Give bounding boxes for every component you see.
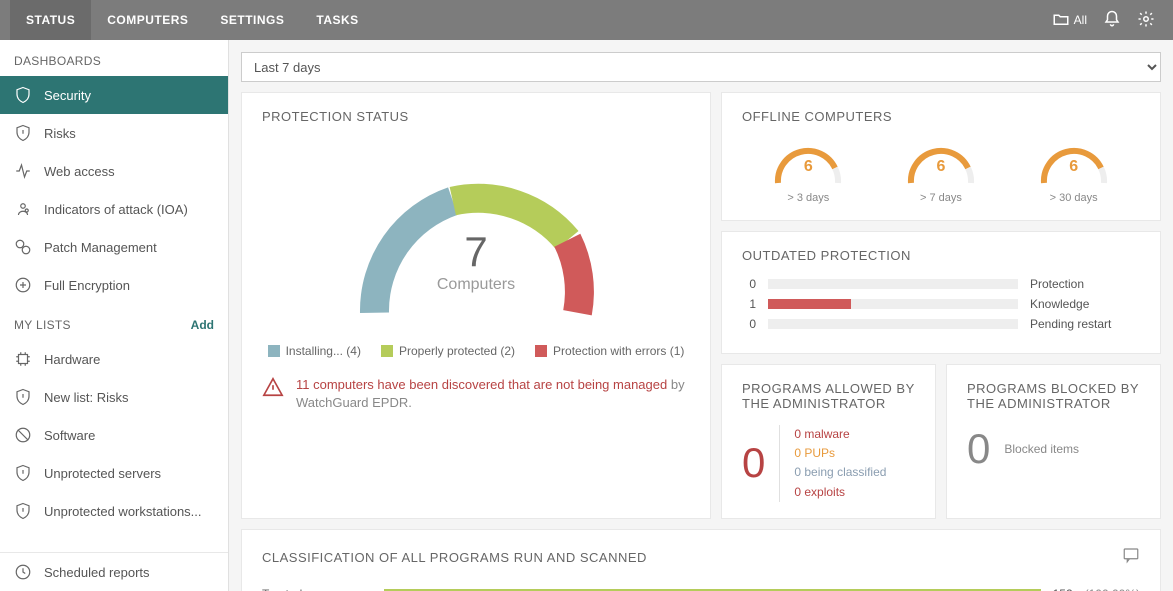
programs-blocked-panel: PROGRAMS BLOCKED BY THE ADMINISTRATOR 0 … bbox=[946, 364, 1161, 519]
warning-icon bbox=[262, 376, 284, 403]
computers-label: Computers bbox=[262, 276, 690, 294]
notifications-button[interactable] bbox=[1095, 0, 1129, 40]
outdated-protection-panel: OUTDATED PROTECTION 0Protection 1Knowled… bbox=[721, 231, 1161, 354]
offline-gauge-7days[interactable]: 6 > 7 days bbox=[901, 138, 981, 204]
activity-icon bbox=[14, 162, 32, 180]
offline-gauge-30days[interactable]: 6 > 30 days bbox=[1034, 138, 1114, 204]
sidebar-item-label: Patch Management bbox=[44, 240, 157, 255]
sidebar-item-ioa[interactable]: Indicators of attack (IOA) bbox=[0, 190, 228, 228]
legend-errors[interactable]: Protection with errors (1) bbox=[535, 344, 684, 358]
mylists-header: MY LISTS Add bbox=[0, 304, 228, 340]
list-item-label: Unprotected workstations... bbox=[44, 504, 202, 519]
panel-title: OUTDATED PROTECTION bbox=[742, 248, 1140, 263]
sidebar-item-label: Scheduled reports bbox=[44, 565, 150, 580]
encryption-icon bbox=[14, 276, 32, 294]
bar-protection[interactable]: 0Protection bbox=[742, 277, 1140, 291]
add-list-button[interactable]: Add bbox=[191, 318, 214, 332]
list-item-unprotected-workstations[interactable]: Unprotected workstations... bbox=[0, 492, 228, 530]
shield-alert-icon bbox=[14, 502, 32, 520]
main-content: Last 7 days PROTECTION STATUS 7 Computer… bbox=[229, 40, 1173, 591]
clock-icon bbox=[14, 563, 32, 581]
alert-text: 11 computers have been discovered that a… bbox=[296, 376, 690, 412]
blocked-count: 0 bbox=[967, 425, 990, 473]
all-label: All bbox=[1074, 13, 1087, 27]
programs-allowed-panel: PROGRAMS ALLOWED BY THE ADMINISTRATOR 0 … bbox=[721, 364, 936, 519]
panel-title: OFFLINE COMPUTERS bbox=[742, 109, 1140, 124]
allowed-breakdown: 0 malware 0 PUPs 0 being classified 0 ex… bbox=[779, 425, 886, 502]
list-item-newlist-risks[interactable]: New list: Risks bbox=[0, 378, 228, 416]
sidebar: DASHBOARDS Security Risks Web access Ind… bbox=[0, 40, 229, 591]
target-icon bbox=[14, 200, 32, 218]
alert-icon bbox=[14, 124, 32, 142]
swatch-icon bbox=[268, 345, 280, 357]
sidebar-item-label: Full Encryption bbox=[44, 278, 130, 293]
offline-gauge-3days[interactable]: 6 > 3 days bbox=[768, 138, 848, 204]
sidebar-item-web-access[interactable]: Web access bbox=[0, 152, 228, 190]
list-item-label: Software bbox=[44, 428, 95, 443]
legend: Installing... (4) Properly protected (2)… bbox=[262, 344, 690, 358]
list-item-label: New list: Risks bbox=[44, 390, 129, 405]
panel-title: CLASSIFICATION OF ALL PROGRAMS RUN AND S… bbox=[262, 550, 647, 565]
trusted-programs-row[interactable]: Trusted programs 152 (100.00%) bbox=[262, 587, 1140, 591]
swatch-icon bbox=[381, 345, 393, 357]
unmanaged-alert[interactable]: 11 computers have been discovered that a… bbox=[262, 376, 690, 412]
list-item-software[interactable]: Software bbox=[0, 416, 228, 454]
blocked-label: Blocked items bbox=[1004, 442, 1079, 456]
sidebar-item-label: Indicators of attack (IOA) bbox=[44, 202, 188, 217]
sidebar-item-encryption[interactable]: Full Encryption bbox=[0, 266, 228, 304]
computers-count: 7 bbox=[262, 228, 690, 276]
list-item-unprotected-servers[interactable]: Unprotected servers bbox=[0, 454, 228, 492]
tab-tasks[interactable]: TASKS bbox=[300, 0, 374, 40]
shield-alert-icon bbox=[14, 464, 32, 482]
tab-computers[interactable]: COMPUTERS bbox=[91, 0, 204, 40]
gear-icon bbox=[1137, 10, 1155, 31]
gauge-label: > 7 days bbox=[901, 192, 981, 204]
bar-knowledge[interactable]: 1Knowledge bbox=[742, 297, 1140, 311]
offline-computers-panel: OFFLINE COMPUTERS 6 > 3 days 6 > 7 days … bbox=[721, 92, 1161, 221]
alert-icon bbox=[14, 388, 32, 406]
legend-installing[interactable]: Installing... (4) bbox=[268, 344, 361, 358]
panel-title: PROGRAMS BLOCKED BY THE ADMINISTRATOR bbox=[967, 381, 1140, 411]
allowed-count: 0 bbox=[742, 439, 765, 487]
tab-status[interactable]: STATUS bbox=[10, 0, 91, 40]
sidebar-item-security[interactable]: Security bbox=[0, 76, 228, 114]
time-filter: Last 7 days bbox=[241, 52, 1161, 82]
block-icon bbox=[14, 426, 32, 444]
sidebar-item-label: Web access bbox=[44, 164, 115, 179]
patch-icon bbox=[14, 238, 32, 256]
panel-title: PROTECTION STATUS bbox=[262, 109, 690, 124]
swatch-icon bbox=[535, 345, 547, 357]
dashboards-header: DASHBOARDS bbox=[0, 40, 228, 76]
gauge-label: > 30 days bbox=[1034, 192, 1114, 204]
sidebar-item-label: Risks bbox=[44, 126, 76, 141]
chip-icon bbox=[14, 350, 32, 368]
tab-settings[interactable]: SETTINGS bbox=[204, 0, 300, 40]
sidebar-item-label: Security bbox=[44, 88, 91, 103]
protection-gauge: 7 Computers bbox=[262, 138, 690, 338]
comment-button[interactable] bbox=[1122, 546, 1140, 569]
filter-all-button[interactable]: All bbox=[1044, 0, 1095, 40]
panel-title: PROGRAMS ALLOWED BY THE ADMINISTRATOR bbox=[742, 381, 915, 411]
protection-status-panel: PROTECTION STATUS 7 Computers Installing… bbox=[241, 92, 711, 519]
shield-icon bbox=[14, 86, 32, 104]
legend-protected[interactable]: Properly protected (2) bbox=[381, 344, 515, 358]
gauge-label: > 3 days bbox=[768, 192, 848, 204]
list-item-label: Unprotected servers bbox=[44, 466, 161, 481]
time-range-select[interactable]: Last 7 days bbox=[241, 52, 1161, 82]
topbar: STATUS COMPUTERS SETTINGS TASKS All bbox=[0, 0, 1173, 40]
sidebar-item-risks[interactable]: Risks bbox=[0, 114, 228, 152]
classification-panel: CLASSIFICATION OF ALL PROGRAMS RUN AND S… bbox=[241, 529, 1161, 591]
bell-icon bbox=[1103, 10, 1121, 31]
bar-pending-restart[interactable]: 0Pending restart bbox=[742, 317, 1140, 331]
list-item-hardware[interactable]: Hardware bbox=[0, 340, 228, 378]
mylists-title: MY LISTS bbox=[14, 318, 71, 332]
sidebar-item-patch[interactable]: Patch Management bbox=[0, 228, 228, 266]
settings-button[interactable] bbox=[1129, 0, 1163, 40]
sidebar-item-scheduled-reports[interactable]: Scheduled reports bbox=[0, 552, 228, 591]
folder-icon bbox=[1052, 10, 1070, 31]
list-item-label: Hardware bbox=[44, 352, 100, 367]
